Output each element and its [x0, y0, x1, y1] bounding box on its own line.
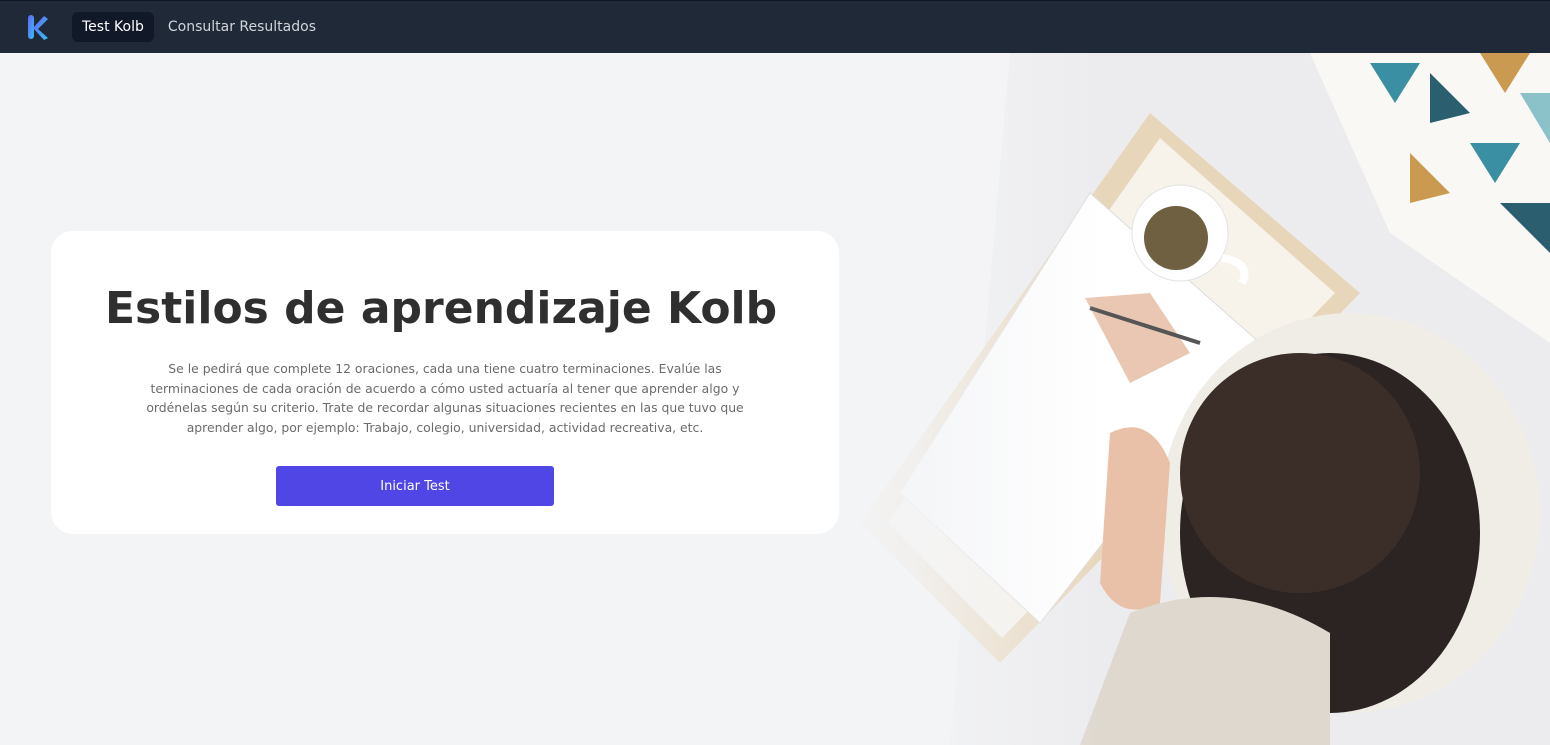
top-navbar: Test Kolb Consultar Resultados — [0, 0, 1550, 53]
start-test-button[interactable]: Iniciar Test — [276, 466, 554, 506]
nav-link-consultar-resultados[interactable]: Consultar Resultados — [158, 12, 326, 42]
hero-background-photo — [830, 53, 1550, 745]
kolb-logo-icon[interactable] — [26, 13, 50, 41]
page-title: Estilos de aprendizaje Kolb — [105, 283, 778, 334]
nav-link-test-kolb[interactable]: Test Kolb — [72, 12, 154, 42]
intro-card: Estilos de aprendizaje Kolb Se le pedirá… — [51, 231, 839, 534]
test-description: Se le pedirá que complete 12 oraciones, … — [146, 361, 744, 435]
